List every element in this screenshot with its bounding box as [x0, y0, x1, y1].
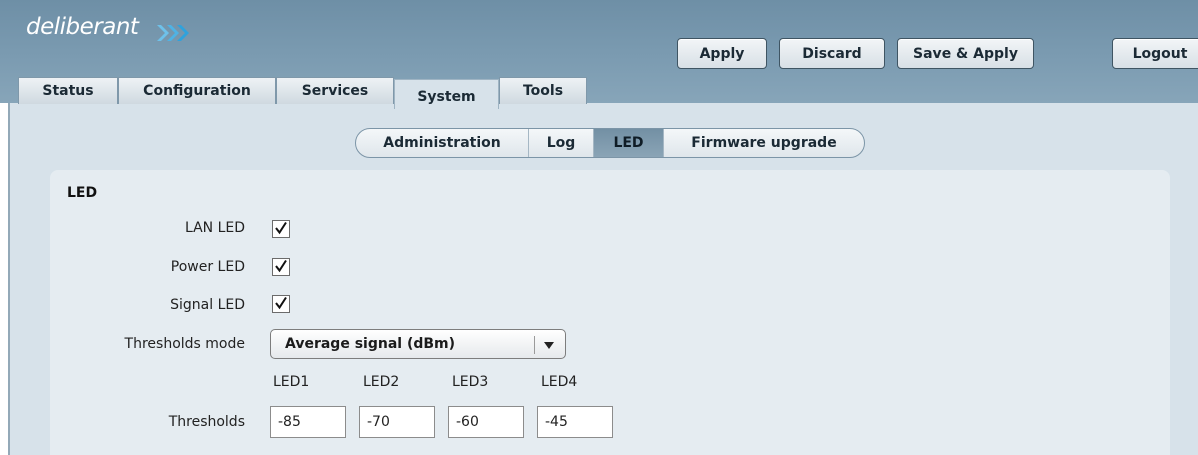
logo-chevrons-icon [157, 25, 189, 41]
thresholds-mode-select[interactable]: Average signal (dBm) [270, 329, 566, 359]
tab-services[interactable]: Services [276, 77, 394, 104]
lan-led-checkbox[interactable] [272, 220, 290, 238]
discard-button[interactable]: Discard [779, 38, 885, 69]
tab-status[interactable]: Status [18, 77, 118, 104]
check-icon [275, 221, 287, 235]
lan-led-label: LAN LED [184, 220, 245, 236]
led3-threshold-input[interactable] [448, 406, 524, 438]
tab-tools[interactable]: Tools [499, 77, 587, 104]
subtab-led[interactable]: LED [594, 129, 664, 157]
tab-configuration[interactable]: Configuration [118, 77, 276, 104]
select-divider [534, 336, 535, 354]
signal-led-label: Signal LED [170, 297, 245, 313]
system-subnav: Administration Log LED Firmware upgrade [355, 128, 865, 158]
power-led-checkbox[interactable] [272, 258, 290, 276]
led4-threshold-input[interactable] [537, 406, 613, 438]
thresholds-label: Thresholds [168, 414, 245, 430]
led4-column-header: LED4 [541, 374, 578, 390]
led2-threshold-input[interactable] [359, 406, 435, 438]
led1-threshold-input[interactable] [270, 406, 346, 438]
signal-led-checkbox[interactable] [272, 295, 290, 313]
subtab-firmware-upgrade[interactable]: Firmware upgrade [664, 129, 864, 157]
section-title: LED [67, 185, 98, 201]
power-led-label: Power LED [170, 259, 245, 275]
save-apply-button[interactable]: Save & Apply [897, 38, 1034, 69]
subtab-log[interactable]: Log [529, 129, 594, 157]
subtab-administration[interactable]: Administration [356, 129, 529, 157]
led1-column-header: LED1 [273, 374, 310, 390]
check-icon [275, 296, 287, 310]
apply-button[interactable]: Apply [677, 38, 767, 69]
tab-system[interactable]: System [394, 79, 499, 109]
thresholds-mode-value: Average signal (dBm) [285, 336, 456, 352]
check-icon [275, 259, 287, 273]
logout-button[interactable]: Logout [1112, 38, 1198, 69]
logo-text: deliberant [26, 14, 139, 40]
led2-column-header: LED2 [363, 374, 400, 390]
deliberant-logo: deliberant [26, 14, 189, 41]
thresholds-mode-label: Thresholds mode [124, 336, 245, 352]
led3-column-header: LED3 [452, 374, 489, 390]
chevron-down-icon [544, 342, 554, 349]
